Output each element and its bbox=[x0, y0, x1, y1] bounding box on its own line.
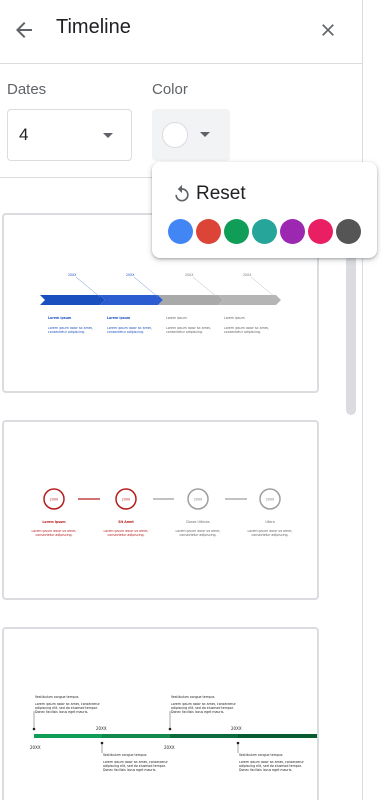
item-date: 20XX bbox=[185, 273, 194, 277]
template-list: 20XX 20XX 20XX 20XX Lorem ipsum Lorem ip… bbox=[0, 179, 362, 800]
item-date: 20XX bbox=[243, 273, 252, 277]
arrow-segment bbox=[218, 295, 281, 305]
reset-label: Reset bbox=[196, 183, 246, 204]
item-title: Vestibulum congue tempus bbox=[239, 753, 283, 757]
item-date: 20XX bbox=[96, 726, 107, 731]
item-text: Lorem ipsum dolor sit amet, consectetur … bbox=[171, 703, 236, 714]
item-date: 20XX bbox=[50, 498, 59, 502]
template-preview: 20XX 20XX 20XX 20XX Vestibulum congue te… bbox=[30, 695, 317, 772]
color-option-green[interactable] bbox=[224, 219, 249, 244]
item-title: Lorem ipsum bbox=[107, 316, 131, 320]
timeline-template-bar[interactable]: 20XX 20XX 20XX 20XX Vestibulum congue te… bbox=[2, 627, 319, 800]
item-date: 20XX bbox=[266, 498, 275, 502]
color-label: Color bbox=[152, 81, 188, 98]
bar-segment bbox=[102, 734, 170, 738]
scrollbar-thumb[interactable] bbox=[346, 255, 356, 415]
color-menu: Reset bbox=[152, 162, 377, 258]
color-option-red[interactable] bbox=[196, 219, 221, 244]
callout-line bbox=[192, 276, 218, 298]
arrow-back-icon bbox=[16, 22, 32, 38]
item-text: Lorem ipsum dolor sit amet, consectetur … bbox=[103, 761, 168, 772]
item-title: Lorem ipsum bbox=[224, 316, 245, 320]
item-text: Lorem ipsum dolor sit amet, consectetur … bbox=[103, 530, 149, 537]
callout-line bbox=[75, 276, 101, 298]
panel-title: Timeline bbox=[56, 16, 131, 38]
item-title: Vestibulum congue tempus bbox=[171, 695, 215, 699]
template-preview: 20XX 20XX 20XX 20XX Lorem ipsum Sit Amet… bbox=[31, 488, 293, 537]
item-text: Lorem ipsum dolor sit amet, consectetur … bbox=[224, 327, 269, 334]
item-date: 20XX bbox=[30, 745, 41, 750]
item-title: Vestibulum congue tempus bbox=[103, 753, 147, 757]
dates-value: 4 bbox=[19, 125, 29, 144]
panel-divider bbox=[362, 0, 363, 800]
timeline-bar bbox=[34, 734, 317, 738]
item-title: Sit Amet bbox=[118, 520, 134, 524]
item-date: 20XX bbox=[68, 273, 77, 277]
arrow-segment bbox=[158, 295, 223, 305]
callout-line bbox=[133, 276, 159, 298]
bar-segment bbox=[238, 734, 317, 738]
bar-segment bbox=[170, 734, 238, 738]
color-option-pink[interactable] bbox=[308, 219, 333, 244]
arrow-segment bbox=[40, 295, 105, 305]
dates-dropdown[interactable]: 4 bbox=[7, 109, 132, 161]
callout-lines bbox=[75, 276, 276, 298]
arrow-titles: Lorem ipsum Lorem ipsum Lorem ipsum Lore… bbox=[48, 316, 245, 320]
arrow-descriptions: Lorem ipsum dolor sit amet, consectetur … bbox=[48, 327, 269, 334]
color-option-teal[interactable] bbox=[252, 219, 277, 244]
item-title: Vestibulum congue tempus bbox=[35, 695, 79, 699]
arrow-dates: 20XX 20XX 20XX 20XX bbox=[68, 273, 252, 277]
timeline-arrow-segments bbox=[40, 295, 281, 305]
dates-label: Dates bbox=[7, 81, 47, 98]
color-swatch bbox=[162, 122, 188, 148]
color-option-dark-grey[interactable] bbox=[336, 219, 361, 244]
color-option-purple[interactable] bbox=[280, 219, 305, 244]
item-title: Lorem ipsum bbox=[48, 316, 72, 320]
item-text: Lorem ipsum dolor sit amet, consectetur … bbox=[239, 761, 304, 772]
dropdown-arrow-icon bbox=[103, 133, 113, 138]
item-date: 20XX bbox=[122, 498, 131, 502]
reset-icon bbox=[175, 184, 189, 202]
circle-descriptions: Lorem ipsum dolor sit amet, consectetur … bbox=[31, 530, 293, 537]
item-text: Lorem ipsum dolor sit amet, consectetur … bbox=[48, 327, 93, 334]
item-date: 20XX bbox=[194, 498, 203, 502]
color-option-blue[interactable] bbox=[168, 219, 193, 244]
item-date: 20XX bbox=[231, 726, 242, 731]
close-icon bbox=[322, 24, 334, 36]
item-date: 20XX bbox=[126, 273, 135, 277]
item-date: 20XX bbox=[164, 745, 175, 750]
item-text: Lorem ipsum dolor sit amet, consectetur … bbox=[166, 327, 211, 334]
arrow-segment bbox=[100, 295, 163, 305]
color-dropdown[interactable] bbox=[152, 109, 230, 161]
back-button[interactable] bbox=[6, 12, 42, 48]
item-text: Lorem ipsum dolor sit amet, consectetur … bbox=[175, 530, 221, 537]
timeline-template-circles[interactable]: 20XX 20XX 20XX 20XX Lorem ipsum Sit Amet… bbox=[2, 420, 319, 600]
panel-header: Timeline bbox=[0, 0, 362, 64]
close-button[interactable] bbox=[311, 13, 345, 47]
item-text: Lorem ipsum dolor sit amet, consectetur … bbox=[31, 530, 77, 537]
callout-line bbox=[250, 276, 276, 298]
item-text: Lorem ipsum dolor sit amet, consectetur … bbox=[247, 530, 293, 537]
item-text: Lorem ipsum dolor sit amet, consectetur … bbox=[107, 327, 152, 334]
item-text: Lorem ipsum dolor sit amet, consectetur … bbox=[35, 703, 100, 714]
dropdown-arrow-icon bbox=[200, 132, 210, 137]
item-title: Lorem ipsum bbox=[166, 316, 187, 320]
item-title: Donec Ultrices bbox=[186, 520, 210, 524]
circle-titles: Lorem ipsum Sit Amet Donec Ultrices Ulle… bbox=[42, 520, 274, 524]
reset-color-option[interactable]: Reset bbox=[166, 176, 356, 212]
bar-segment bbox=[34, 734, 102, 738]
item-title: Lorem ipsum bbox=[42, 520, 66, 524]
item-title: Ullera bbox=[265, 520, 274, 524]
